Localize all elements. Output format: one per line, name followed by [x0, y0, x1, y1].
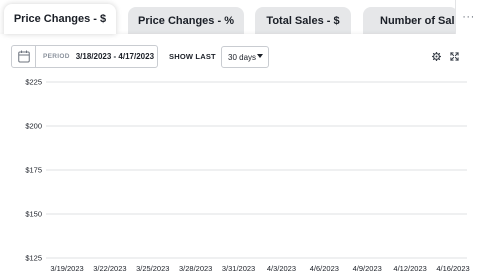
- more-tabs-button[interactable]: ···: [455, 0, 480, 34]
- tab-number-of-sales[interactable]: Number of Sales: [363, 7, 458, 34]
- y-tick-label: $200: [25, 122, 42, 131]
- x-tick-label: 4/6/2023: [310, 264, 339, 273]
- tab-price-changes-percent[interactable]: Price Changes - %: [128, 7, 244, 34]
- y-tick-label: $150: [25, 210, 42, 219]
- x-tick-label: 3/19/2023: [50, 264, 83, 273]
- y-tick-label: $125: [25, 254, 42, 263]
- tab-price-changes-dollar[interactable]: Price Changes - $: [4, 4, 116, 34]
- x-tick-label: 3/31/2023: [222, 264, 255, 273]
- tab-label: Number of Sales: [380, 14, 458, 27]
- x-tick-label: 3/28/2023: [179, 264, 212, 273]
- tab-total-sales-dollar[interactable]: Total Sales - $: [255, 7, 351, 34]
- x-tick-label: 4/12/2023: [393, 264, 426, 273]
- x-tick-label: 4/3/2023: [267, 264, 296, 273]
- tab-label: Price Changes - %: [138, 14, 234, 27]
- tab-bar: Price Changes - $ Price Changes - % Tota…: [0, 0, 480, 34]
- y-tick-label: $225: [25, 78, 42, 87]
- x-tick-label: 4/9/2023: [353, 264, 382, 273]
- x-tick-label: 3/22/2023: [93, 264, 126, 273]
- tab-label: Total Sales - $: [266, 14, 340, 27]
- price-chart: $225 $200 $175 $150 $125 3/19/2023 3/22/2023 3/…: [25, 78, 469, 274]
- x-tick-label: 3/25/2023: [136, 264, 169, 273]
- price-history-widget: Price Changes - $ Price Changes - % Tota…: [0, 0, 480, 274]
- x-tick-label: 4/16/2023: [436, 264, 469, 273]
- y-tick-label: $175: [25, 166, 42, 175]
- more-icon: ···: [462, 11, 475, 23]
- tab-label: Price Changes - $: [13, 13, 107, 25]
- chart-card: PERIOD 3/18/2023 - 4/17/2023 SHOW LAST 3…: [0, 34, 480, 274]
